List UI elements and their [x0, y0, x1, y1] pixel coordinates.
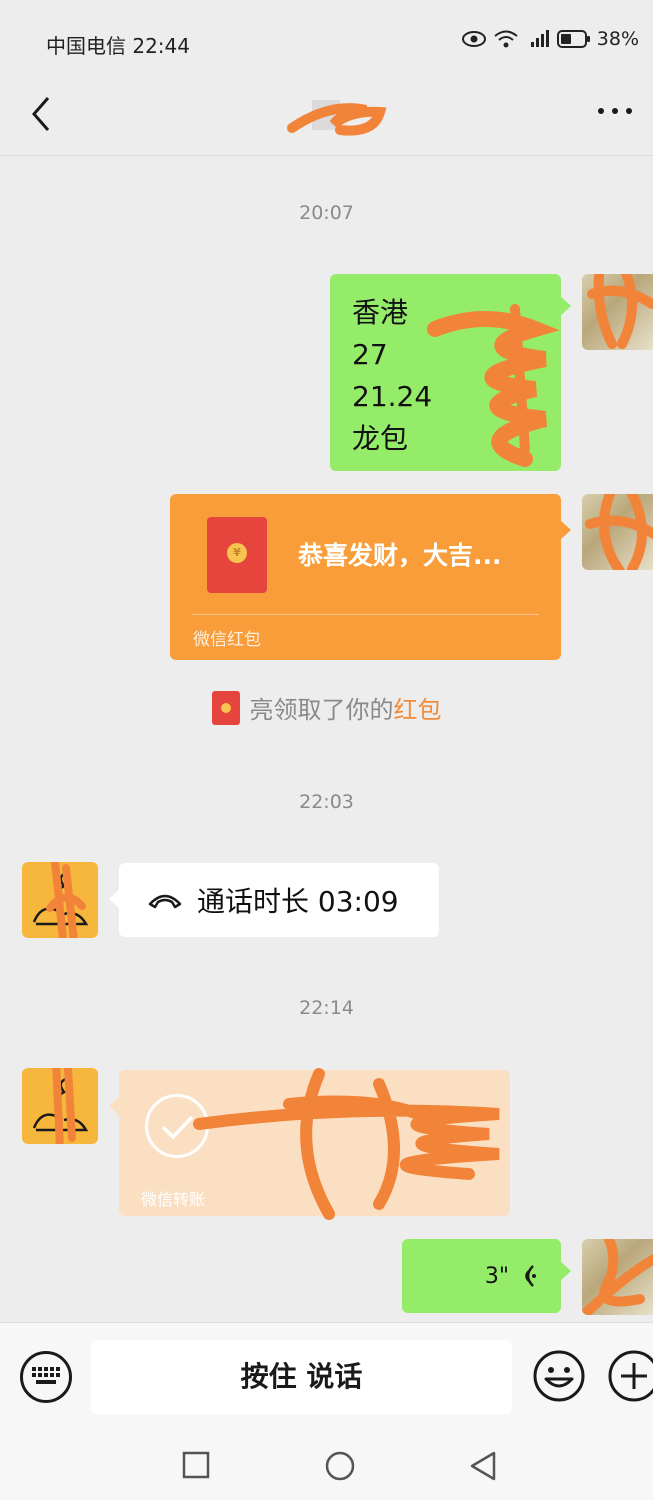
chevron-left-icon [32, 97, 50, 131]
contact-avatar[interactable] [22, 862, 98, 938]
square-icon [182, 1451, 210, 1479]
more-options-button[interactable] [595, 96, 635, 126]
more-dots-icon [598, 108, 632, 114]
chat-header [0, 80, 653, 156]
red-packet-message[interactable]: ¥ 恭喜发财，大吉... 微信红包 [170, 494, 571, 660]
message-line: 香港 [352, 296, 409, 329]
back-button[interactable] [26, 92, 60, 136]
red-packet-title: 恭喜发财，大吉... [298, 541, 502, 570]
red-packet-icon: ¥ [207, 517, 267, 593]
message-line: 27 [352, 338, 388, 371]
circle-icon [325, 1451, 355, 1481]
carrier-time: 中国电信 22:44 [46, 34, 190, 58]
battery-percent: 38% [596, 28, 639, 50]
divider [192, 614, 539, 615]
hold-to-talk-button[interactable]: 按住 说话 [91, 1340, 512, 1414]
status-bar: 中国电信 22:44 38% [0, 0, 653, 80]
input-bar: 按住 说话 [0, 1322, 653, 1432]
more-functions-button[interactable] [607, 1349, 653, 1403]
system-notice: 亮领取了你的红包 [0, 690, 653, 725]
timestamp: 22:14 [299, 997, 354, 1019]
triangle-back-icon [470, 1451, 496, 1481]
eye-icon [461, 30, 487, 48]
my-avatar[interactable] [582, 274, 653, 350]
timestamp: 22:03 [299, 791, 354, 813]
redaction-scribble [193, 1068, 500, 1220]
notice-text: 亮领取了你的 [249, 696, 394, 724]
check-circle-icon [145, 1094, 209, 1158]
contact-avatar[interactable] [22, 1068, 98, 1144]
battery-icon [556, 29, 591, 49]
keyboard-icon [32, 1367, 60, 1384]
status-icons: 38% [461, 28, 639, 50]
call-record-message[interactable]: 通话时长 03:09 [109, 863, 439, 937]
contact-name-redacted [270, 90, 410, 146]
recents-button[interactable] [181, 1450, 211, 1484]
voice-message[interactable]: 3" [402, 1239, 571, 1313]
call-duration-text: 通话时长 03:09 [197, 885, 399, 918]
voice-duration: 3" [484, 1263, 509, 1289]
system-back-button[interactable] [468, 1450, 498, 1486]
wifi-icon [493, 29, 519, 49]
smiley-icon [533, 1350, 585, 1402]
notice-link[interactable]: 红包 [394, 696, 442, 724]
timestamp: 20:07 [299, 202, 354, 224]
phone-hangup-icon [148, 894, 182, 909]
plus-icon [608, 1350, 653, 1402]
keyboard-toggle-button[interactable] [20, 1351, 72, 1403]
red-packet-label: 微信红包 [193, 630, 261, 650]
voice-wave-icon [525, 1265, 536, 1287]
message-line: 21.24 [352, 380, 433, 413]
home-button[interactable] [324, 1450, 356, 1486]
sent-text-message[interactable]: 香港 27 21.24 龙包 [330, 274, 571, 471]
emoji-button[interactable] [532, 1349, 586, 1403]
signal-icon [525, 29, 551, 49]
my-avatar[interactable] [582, 494, 653, 570]
red-packet-small-icon [211, 691, 240, 725]
message-line: 龙包 [352, 422, 409, 455]
system-navigation-bar [0, 1432, 653, 1500]
my-avatar[interactable] [582, 1239, 653, 1315]
transfer-label: 微信转账 [141, 1190, 206, 1209]
transfer-message[interactable]: 微信转账 [109, 1068, 510, 1220]
